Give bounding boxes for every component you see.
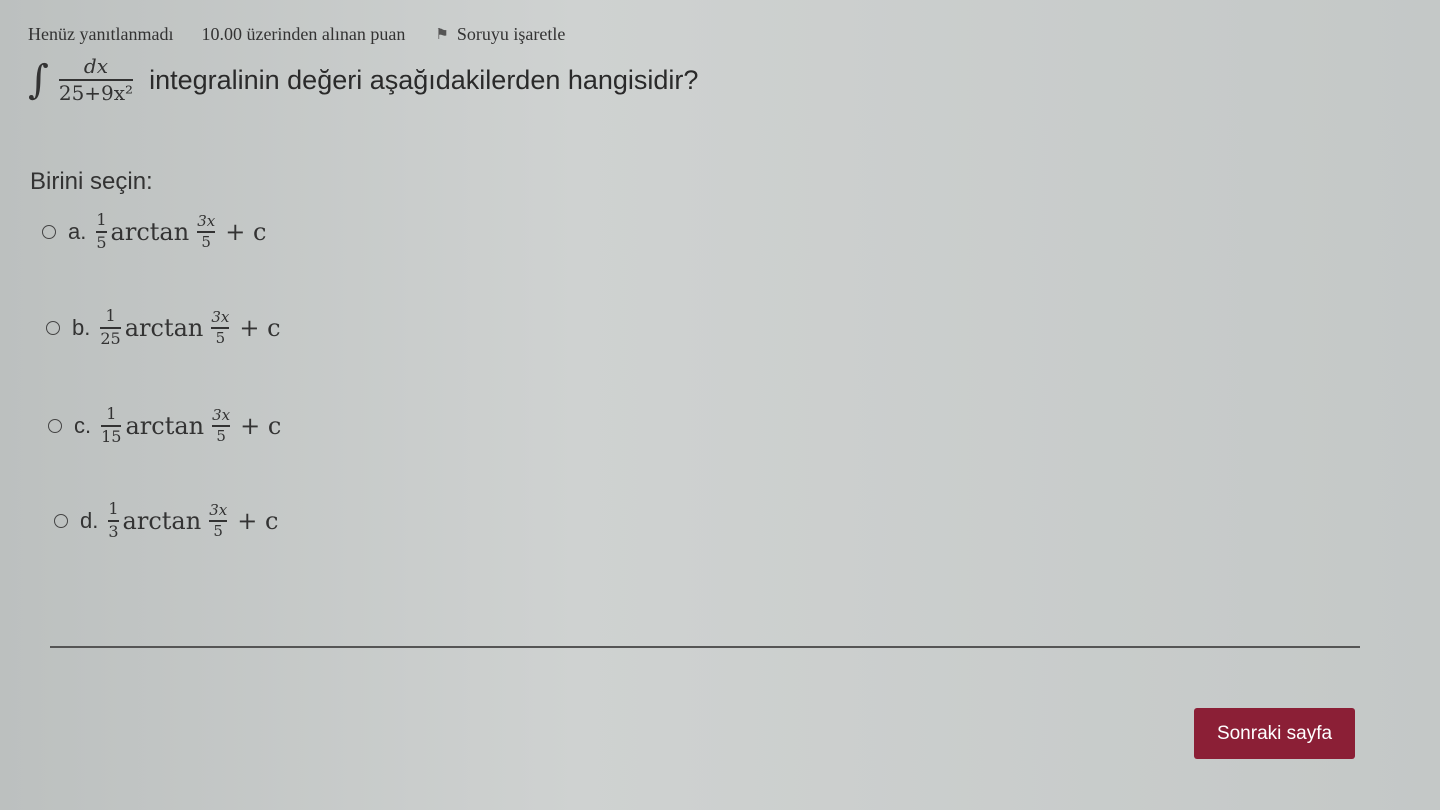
- flag-question-link[interactable]: ⚑ Soruyu işaretle: [435, 24, 565, 45]
- coefficient-fraction: 1 3: [108, 499, 119, 541]
- argument-numerator: 3x: [211, 307, 230, 326]
- grade-text: 10.00 üzerinden alınan puan: [201, 23, 406, 44]
- integral-sign: ∫: [28, 57, 49, 103]
- choose-prompt: Birini seçin:: [30, 168, 153, 195]
- option-c[interactable]: c. 1 15 arctan 3x 5 + c: [48, 401, 281, 451]
- answer-state: Henüz yanıtlanmadı: [28, 23, 174, 44]
- next-page-button[interactable]: Sonraki sayfa: [1194, 708, 1355, 759]
- coefficient-numerator: 1: [108, 499, 119, 519]
- coefficient-denominator: 25: [100, 328, 121, 348]
- argument-fraction: 3x 5: [209, 500, 228, 540]
- argument-denominator: 5: [201, 232, 211, 251]
- radio-button[interactable]: [48, 419, 62, 433]
- coefficient-fraction: 1 25: [100, 306, 121, 348]
- flag-icon: ⚑: [435, 26, 449, 43]
- argument-denominator: 5: [215, 328, 226, 347]
- question-info-bar: Henüz yanıtlanmadı 10.00 üzerinden alına…: [28, 22, 565, 46]
- argument-numerator: 3x: [197, 211, 216, 230]
- constant-term: + c: [239, 314, 281, 342]
- integrand-numerator: dx: [83, 54, 108, 79]
- coefficient-numerator: 1: [96, 210, 107, 230]
- argument-denominator: 5: [216, 426, 226, 445]
- radio-button[interactable]: [42, 225, 56, 239]
- option-letter: a.: [68, 219, 87, 244]
- radio-button[interactable]: [54, 514, 68, 528]
- divider: [50, 646, 1360, 648]
- coefficient-numerator: 1: [105, 306, 116, 326]
- coefficient-numerator: 1: [106, 404, 117, 424]
- option-a[interactable]: a. 1 5 arctan 3x 5 + c: [42, 207, 266, 257]
- integrand-fraction: dx 25+9x²: [58, 54, 134, 105]
- coefficient-fraction: 1 5: [96, 210, 107, 252]
- constant-term: + c: [225, 218, 267, 246]
- function-name: arctan: [110, 218, 190, 246]
- function-name: arctan: [125, 412, 205, 440]
- question-sentence: integralinin değeri aşağıdakilerden hang…: [149, 64, 699, 95]
- function-name: arctan: [122, 507, 202, 535]
- flag-label: Soruyu işaretle: [456, 23, 566, 44]
- option-d[interactable]: d. 1 3 arctan 3x 5 + c: [54, 496, 278, 546]
- option-letter: b.: [72, 315, 91, 340]
- function-name: arctan: [124, 314, 204, 342]
- argument-numerator: 3x: [209, 500, 228, 519]
- question-text: ∫ dx 25+9x² integralinin değeri aşağıdak…: [28, 50, 698, 110]
- argument-denominator: 5: [213, 521, 223, 540]
- option-b[interactable]: b. 1 25 arctan 3x 5 + c: [46, 303, 281, 353]
- argument-fraction: 3x 5: [211, 307, 230, 347]
- radio-button[interactable]: [46, 321, 60, 335]
- option-letter: d.: [80, 508, 99, 533]
- coefficient-denominator: 3: [108, 521, 119, 541]
- argument-fraction: 3x 5: [197, 211, 216, 251]
- constant-term: + c: [237, 507, 279, 535]
- coefficient-fraction: 1 15: [101, 404, 122, 446]
- coefficient-denominator: 15: [101, 426, 122, 446]
- integrand-denominator: 25+9x²: [58, 80, 134, 105]
- constant-term: + c: [240, 412, 282, 440]
- argument-numerator: 3x: [212, 405, 231, 424]
- argument-fraction: 3x 5: [212, 405, 231, 445]
- coefficient-denominator: 5: [96, 232, 107, 252]
- option-letter: c.: [74, 413, 92, 438]
